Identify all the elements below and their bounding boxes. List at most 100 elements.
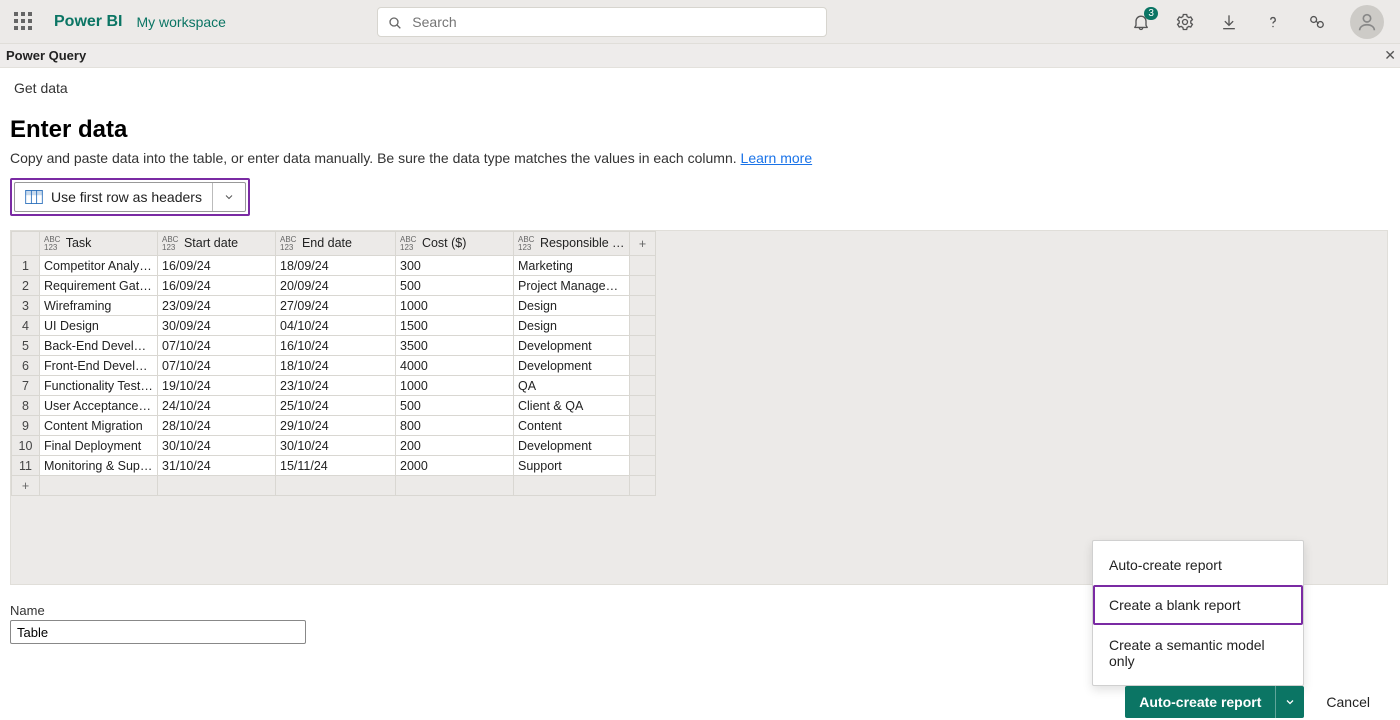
use-first-row-main[interactable]: Use first row as headers [15,183,213,211]
row-number[interactable]: 10 [12,436,40,456]
download-icon[interactable] [1218,11,1240,33]
cell[interactable]: 16/09/24 [158,256,276,276]
cell[interactable]: 3500 [396,336,514,356]
cell[interactable]: 16/09/24 [158,276,276,296]
cell[interactable]: 1500 [396,316,514,336]
cell[interactable]: Competitor Analysis [40,256,158,276]
cell[interactable]: 2000 [396,456,514,476]
feedback-icon[interactable] [1306,11,1328,33]
cell[interactable]: Requirement Gathe... [40,276,158,296]
cell[interactable]: 24/10/24 [158,396,276,416]
menu-item[interactable]: Create a blank report [1093,585,1303,625]
cell[interactable]: 4000 [396,356,514,376]
cell[interactable]: 30/09/24 [158,316,276,336]
menu-item[interactable]: Auto-create report [1093,545,1303,585]
data-grid[interactable]: ABC123 Task ABC123 Start date ABC123 End… [11,231,656,496]
cell[interactable]: Content Migration [40,416,158,436]
cancel-button[interactable]: Cancel [1320,686,1376,718]
cell[interactable]: 18/09/24 [276,256,396,276]
cell[interactable]: 30/10/24 [158,436,276,456]
cell[interactable]: QA [514,376,630,396]
cell[interactable]: 07/10/24 [158,336,276,356]
table-row[interactable]: 9Content Migration28/10/2429/10/24800Con… [12,416,656,436]
row-number[interactable]: 7 [12,376,40,396]
cell[interactable]: 31/10/24 [158,456,276,476]
cell[interactable]: Wireframing [40,296,158,316]
add-row-button[interactable]: + [12,476,656,496]
cell[interactable]: 500 [396,276,514,296]
cell[interactable]: 23/09/24 [158,296,276,316]
table-row[interactable]: 7Functionality Testing19/10/2423/10/2410… [12,376,656,396]
col-header-task[interactable]: ABC123 Task [40,232,158,256]
cell[interactable]: Content [514,416,630,436]
cell[interactable]: Client & QA [514,396,630,416]
cell[interactable]: Development [514,356,630,376]
cell[interactable]: 800 [396,416,514,436]
cell[interactable]: Back-End Develop... [40,336,158,356]
cell[interactable]: Final Deployment [40,436,158,456]
table-row[interactable]: 10Final Deployment30/10/2430/10/24200Dev… [12,436,656,456]
row-number[interactable]: 1 [12,256,40,276]
get-data-link[interactable]: Get data [10,72,72,108]
cell[interactable]: 1000 [396,376,514,396]
row-number[interactable]: 6 [12,356,40,376]
app-launcher-icon[interactable] [14,12,34,32]
cell[interactable]: 20/09/24 [276,276,396,296]
row-number[interactable]: 3 [12,296,40,316]
row-number[interactable]: 8 [12,396,40,416]
row-number[interactable]: 5 [12,336,40,356]
table-row[interactable]: 5Back-End Develop...07/10/2416/10/243500… [12,336,656,356]
cell[interactable]: Design [514,316,630,336]
menu-item[interactable]: Create a semantic model only [1093,625,1303,681]
cell[interactable]: 1000 [396,296,514,316]
table-row[interactable]: 1Competitor Analysis16/09/2418/09/24300M… [12,256,656,276]
cell[interactable]: Development [514,436,630,456]
add-column-button[interactable]: + [630,232,656,256]
row-number[interactable]: 4 [12,316,40,336]
cell[interactable]: 300 [396,256,514,276]
notifications-icon[interactable]: 3 [1130,11,1152,33]
col-header-team[interactable]: ABC123 Responsible Te... [514,232,630,256]
row-number[interactable]: 9 [12,416,40,436]
auto-create-button[interactable]: Auto-create report [1125,686,1275,718]
search-input[interactable] [377,7,827,37]
col-header-end[interactable]: ABC123 End date [276,232,396,256]
table-row[interactable]: 2Requirement Gathe...16/09/2420/09/24500… [12,276,656,296]
settings-icon[interactable] [1174,11,1196,33]
col-header-cost[interactable]: ABC123 Cost ($) [396,232,514,256]
cell[interactable]: Project Management [514,276,630,296]
learn-more-link[interactable]: Learn more [741,150,813,166]
cell[interactable]: 200 [396,436,514,456]
cell[interactable]: 25/10/24 [276,396,396,416]
close-icon[interactable]: ✕ [1384,47,1396,64]
table-row[interactable]: 3Wireframing23/09/2427/09/241000Design [12,296,656,316]
cell[interactable]: Development [514,336,630,356]
cell[interactable]: User Acceptance T... [40,396,158,416]
table-row[interactable]: 11Monitoring & Support31/10/2415/11/2420… [12,456,656,476]
cell[interactable]: 07/10/24 [158,356,276,376]
cell[interactable]: Functionality Testing [40,376,158,396]
cell[interactable]: Front-End Develop... [40,356,158,376]
table-row[interactable]: 4UI Design30/09/2404/10/241500Design [12,316,656,336]
use-first-row-button[interactable]: Use first row as headers [14,182,246,212]
cell[interactable]: 28/10/24 [158,416,276,436]
cell[interactable]: 19/10/24 [158,376,276,396]
row-number[interactable]: 2 [12,276,40,296]
col-header-start[interactable]: ABC123 Start date [158,232,276,256]
cell[interactable]: Design [514,296,630,316]
table-row[interactable]: 6Front-End Develop...07/10/2418/10/24400… [12,356,656,376]
cell[interactable]: 04/10/24 [276,316,396,336]
cell[interactable]: 30/10/24 [276,436,396,456]
cell[interactable]: 500 [396,396,514,416]
help-icon[interactable] [1262,11,1284,33]
avatar[interactable] [1350,5,1384,39]
table-row[interactable]: 8User Acceptance T...24/10/2425/10/24500… [12,396,656,416]
auto-create-caret[interactable] [1275,686,1304,718]
cell[interactable]: UI Design [40,316,158,336]
workspace-link[interactable]: My workspace [136,14,225,30]
cell[interactable]: 23/10/24 [276,376,396,396]
cell[interactable]: 29/10/24 [276,416,396,436]
row-number[interactable]: 11 [12,456,40,476]
cell[interactable]: 18/10/24 [276,356,396,376]
cell[interactable]: Marketing [514,256,630,276]
